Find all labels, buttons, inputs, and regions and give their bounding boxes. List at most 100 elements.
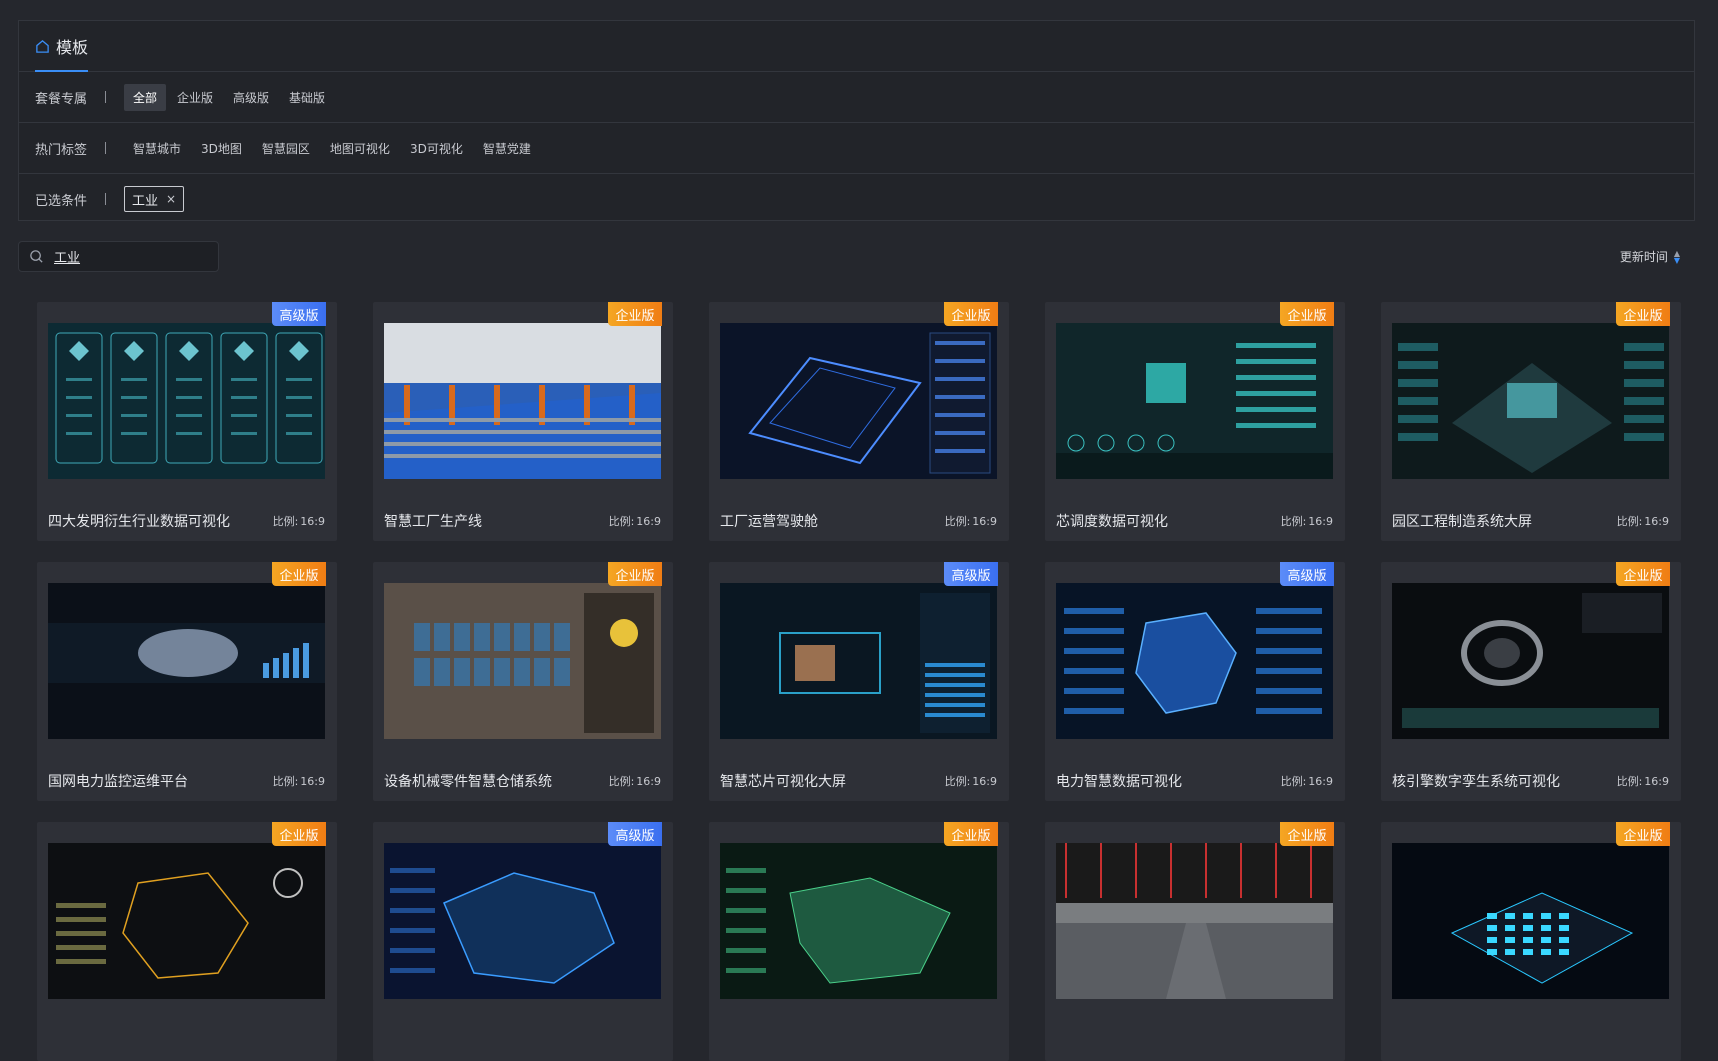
divider [105, 193, 106, 205]
ratio-value: 16:9 [1644, 775, 1669, 788]
template-title: 国网电力监控运维平台 [48, 774, 188, 790]
ratio-value: 16:9 [1308, 775, 1333, 788]
ratio-value: 16:9 [972, 515, 997, 528]
template-card[interactable]: 企业版 [1381, 822, 1681, 1061]
page-title[interactable]: 模板 [35, 35, 88, 57]
search-icon [30, 250, 43, 263]
template-thumbnail[interactable] [384, 843, 661, 999]
thumbnail-image [1392, 323, 1669, 479]
ratio-label: 比例: [608, 515, 635, 528]
template-thumbnail[interactable] [384, 583, 661, 739]
plan-badge: 企业版 [272, 822, 326, 846]
plan-badge: 企业版 [272, 562, 326, 586]
filter-panel: 模板 套餐专属 全部 企业版 高级版 基础版 热门标签 智慧城市 3D地图 智慧… [18, 20, 1695, 221]
template-thumbnail[interactable] [1392, 583, 1669, 739]
selected-chip[interactable]: 工业 × [124, 186, 185, 212]
template-title: 智慧工厂生产线 [384, 514, 482, 530]
thumbnail-image [720, 323, 997, 479]
template-title: 芯调度数据可视化 [1056, 514, 1168, 530]
template-card[interactable]: 企业版 设备机械零件智慧仓储系统 比例: 16:9 [373, 562, 673, 801]
template-thumbnail[interactable] [1392, 843, 1669, 999]
template-card[interactable]: 高级版 智慧芯片可视化大屏 比例: 16:9 [709, 562, 1009, 801]
plan-badge: 企业版 [1280, 302, 1334, 326]
thumbnail-image [48, 583, 325, 739]
template-ratio: 比例: 16:9 [609, 513, 661, 529]
sort-icon: ▲ ▼ [1673, 248, 1680, 265]
hot-tag-party[interactable]: 智慧党建 [474, 135, 540, 162]
close-icon[interactable]: × [166, 192, 176, 206]
ratio-label: 比例: [1280, 775, 1307, 788]
template-thumbnail[interactable] [1056, 583, 1333, 739]
plan-badge: 企业版 [944, 302, 998, 326]
template-card[interactable]: 高级版 电力智慧数据可视化 比例: 16:9 [1045, 562, 1345, 801]
template-ratio: 比例: 16:9 [273, 773, 325, 789]
ratio-label: 比例: [272, 515, 299, 528]
template-card[interactable]: 企业版芯调度数据可视化 比例: 16:9 [1045, 302, 1345, 541]
ratio-label: 比例: [944, 775, 971, 788]
template-thumbnail[interactable] [48, 323, 325, 479]
template-thumbnail[interactable] [1392, 323, 1669, 479]
ratio-value: 16:9 [636, 515, 661, 528]
template-title: 园区工程制造系统大屏 [1392, 514, 1532, 530]
template-thumbnail[interactable] [720, 843, 997, 999]
template-ratio: 比例: 16:9 [1281, 513, 1333, 529]
hot-tag-smart-city[interactable]: 智慧城市 [124, 135, 190, 162]
plan-chip-all[interactable]: 全部 [124, 83, 167, 111]
filter-label-plan: 套餐专属 [35, 91, 88, 107]
template-ratio: 比例: 16:9 [945, 513, 997, 529]
plan-badge: 企业版 [1280, 822, 1334, 846]
plan-badge: 企业版 [1616, 302, 1670, 326]
template-card[interactable]: 企业版 园区工程制造系统大屏 比例: 16:9 [1381, 302, 1681, 541]
plan-chip-advanced[interactable]: 高级版 [224, 84, 278, 111]
template-card[interactable]: 企业版 核引擎数字孪生系统可视化 比例: 16:9 [1381, 562, 1681, 801]
thumbnail-image [1392, 583, 1669, 739]
ratio-label: 比例: [1616, 775, 1643, 788]
template-thumbnail[interactable] [720, 323, 997, 479]
divider [105, 91, 106, 103]
thumbnail-image [1392, 843, 1669, 999]
template-thumbnail[interactable] [48, 843, 325, 999]
plan-badge: 企业版 [608, 562, 662, 586]
thumbnail-image [1056, 583, 1333, 739]
template-card[interactable]: 企业版 [37, 822, 337, 1061]
selected-chip-label: 工业 [132, 193, 159, 209]
template-card[interactable]: 企业版 [1045, 822, 1345, 1061]
sort-button[interactable]: 更新时间 ▲ ▼ [1620, 248, 1680, 265]
template-card[interactable]: 企业版 智慧工厂生产线 比例: 16:9 [373, 302, 673, 541]
template-card[interactable]: 企业版 [709, 822, 1009, 1061]
plan-chip-enterprise[interactable]: 企业版 [168, 84, 222, 111]
ratio-label: 比例: [272, 775, 299, 788]
thumbnail-image [384, 583, 661, 739]
hot-tag-smart-park[interactable]: 智慧园区 [253, 135, 319, 162]
template-ratio: 比例: 16:9 [1617, 773, 1669, 789]
template-thumbnail[interactable] [1056, 323, 1333, 479]
template-title: 四大发明衍生行业数据可视化 [48, 514, 230, 530]
template-card[interactable]: 企业版 工厂运营驾驶舱 比例: 16:9 [709, 302, 1009, 541]
hot-tag-3d-vis[interactable]: 3D可视化 [401, 135, 472, 162]
page-title-text: 模板 [56, 38, 89, 57]
plan-badge: 企业版 [944, 822, 998, 846]
search-input[interactable] [52, 248, 206, 265]
thumbnail-image [1056, 843, 1333, 999]
template-ratio: 比例: 16:9 [609, 773, 661, 789]
template-thumbnail[interactable] [1056, 843, 1333, 999]
search-box[interactable] [18, 241, 219, 272]
template-card[interactable]: 高级版 四大发明衍生行业数据可视化 比例: 16:9 [37, 302, 337, 541]
panel-header: 模板 [19, 21, 1694, 72]
hot-tag-3d-map[interactable]: 3D地图 [192, 135, 251, 162]
ratio-value: 16:9 [972, 775, 997, 788]
ratio-value: 16:9 [300, 775, 325, 788]
ratio-value: 16:9 [636, 775, 661, 788]
ratio-label: 比例: [1280, 515, 1307, 528]
template-card[interactable]: 高级版 [373, 822, 673, 1061]
template-thumbnail[interactable] [384, 323, 661, 479]
template-thumbnail[interactable] [48, 583, 325, 739]
template-title: 电力智慧数据可视化 [1056, 774, 1182, 790]
thumbnail-image [720, 843, 997, 999]
template-card[interactable]: 企业版国网电力监控运维平台 比例: 16:9 [37, 562, 337, 801]
template-thumbnail[interactable] [720, 583, 997, 739]
hot-tag-map-vis[interactable]: 地图可视化 [321, 135, 399, 162]
sort-label: 更新时间 [1619, 250, 1668, 264]
plan-chip-basic[interactable]: 基础版 [280, 84, 334, 111]
ratio-value: 16:9 [300, 515, 325, 528]
